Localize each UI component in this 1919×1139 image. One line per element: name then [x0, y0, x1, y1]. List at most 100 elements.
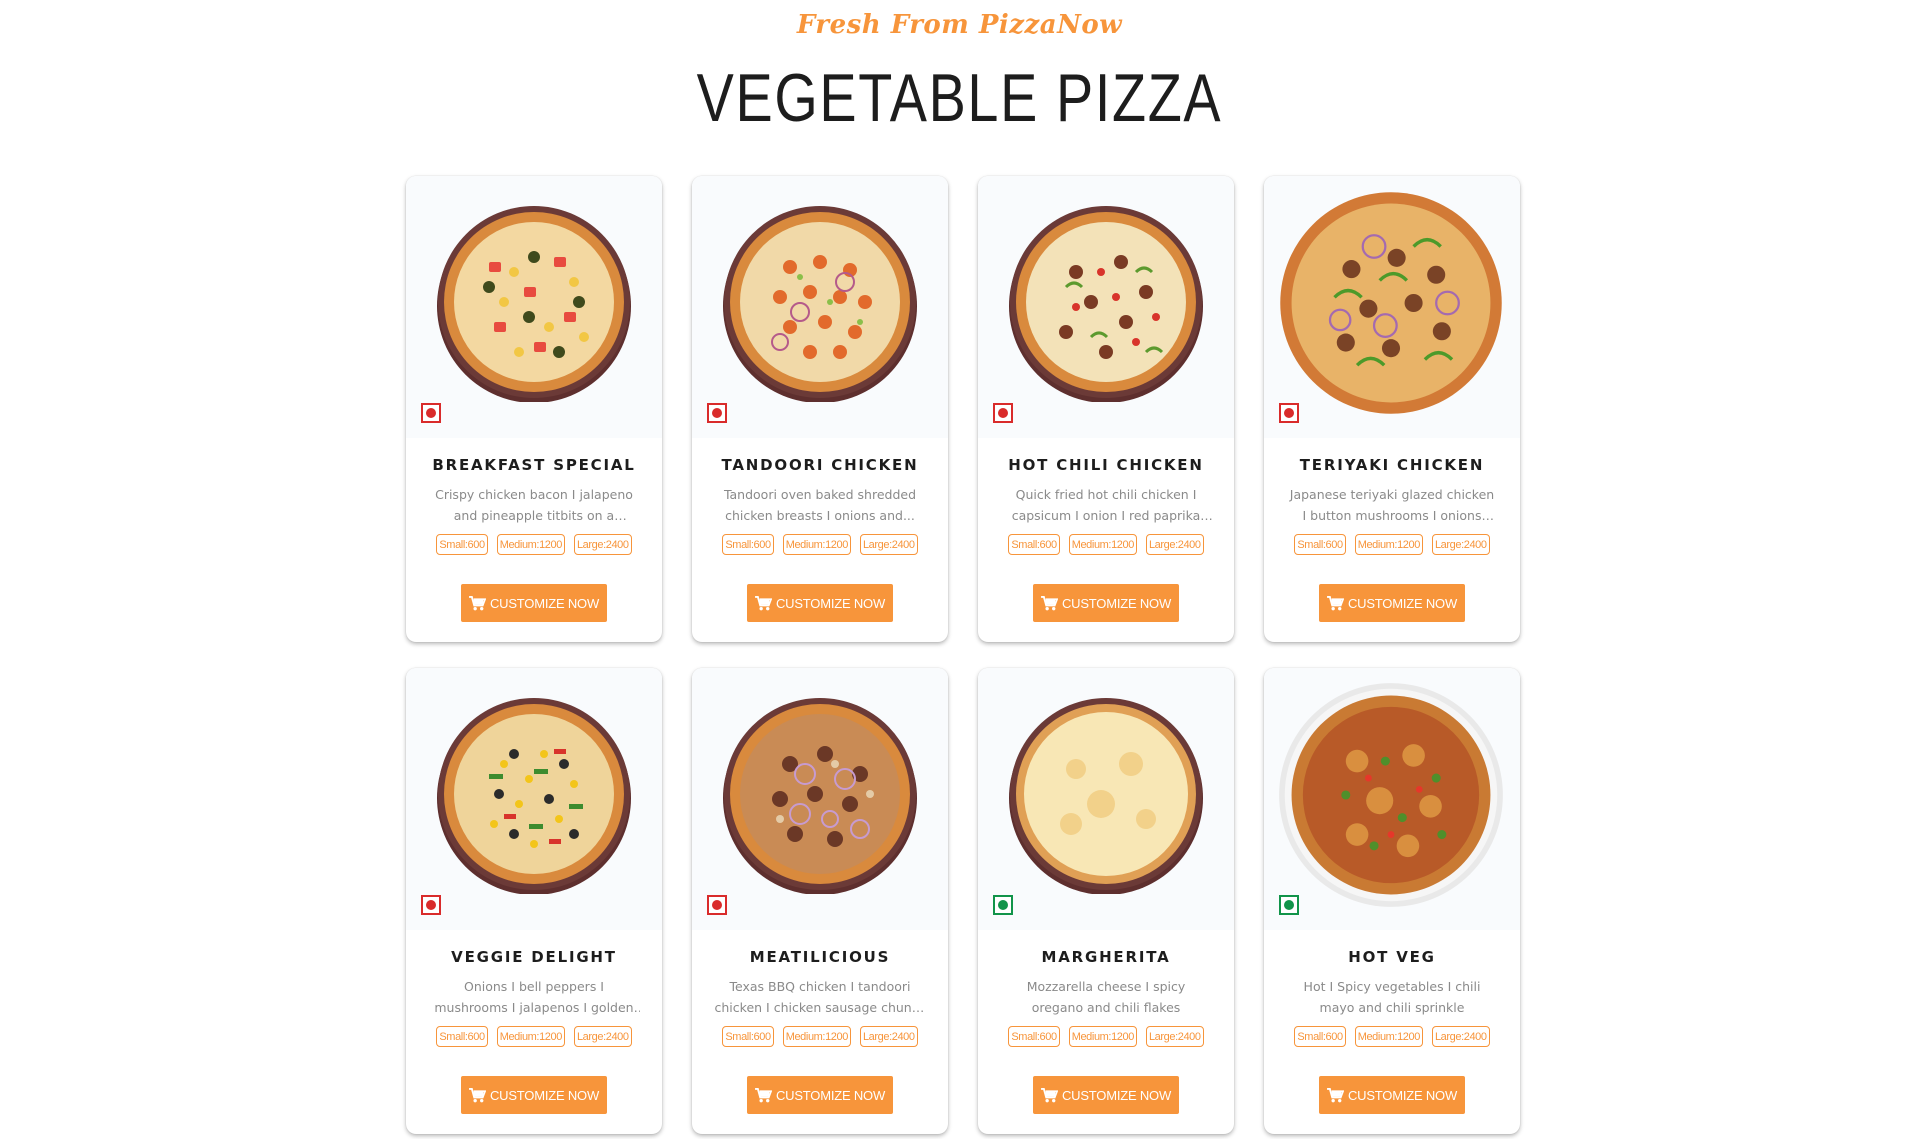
product-description: Onions I bell peppers I mushrooms I jala…: [434, 979, 634, 1015]
size-large-price[interactable]: Large:2400: [1431, 1026, 1490, 1047]
product-description: Japanese teriyaki glazed chicken I butto…: [1289, 487, 1495, 523]
product-image-area: [978, 668, 1234, 930]
pizza-image[interactable]: [1278, 682, 1504, 908]
size-price-list: Small:600 Medium:1200 Large:2400: [1264, 534, 1520, 555]
product-card: HOT VEG Hot I Spicy vegetables I chili m…: [1264, 668, 1520, 1134]
product-grid: BREAKFAST SPECIAL Crispy chicken bacon I…: [406, 176, 1520, 1134]
size-price-list: Small:600 Medium:1200 Large:2400: [978, 534, 1234, 555]
size-small-price[interactable]: Small:600: [1008, 1026, 1060, 1047]
size-large-price[interactable]: Large:2400: [1431, 534, 1490, 555]
product-name: MARGHERITA: [1041, 948, 1171, 966]
size-price-list: Small:600 Medium:1200 Large:2400: [692, 534, 948, 555]
customize-now-label: CUSTOMIZE NOW: [1061, 595, 1172, 611]
pizza-image[interactable]: [720, 202, 920, 402]
size-large-price[interactable]: Large:2400: [573, 534, 632, 555]
pizza-image[interactable]: [434, 694, 634, 894]
customize-now-button[interactable]: CUSTOMIZE NOW: [1033, 1076, 1179, 1114]
size-large-price[interactable]: Large:2400: [859, 1026, 918, 1047]
product-image-area: [978, 176, 1234, 438]
product-name: HOT CHILI CHICKEN: [1008, 456, 1204, 474]
customize-now-label: CUSTOMIZE NOW: [775, 595, 886, 611]
size-large-price[interactable]: Large:2400: [1145, 534, 1204, 555]
nonveg-indicator-icon: [1279, 403, 1299, 423]
size-price-list: Small:600 Medium:1200 Large:2400: [692, 1026, 948, 1047]
size-medium-price[interactable]: Medium:1200: [1068, 1026, 1137, 1047]
size-medium-price[interactable]: Medium:1200: [1068, 534, 1137, 555]
product-name: TANDOORI CHICKEN: [721, 456, 919, 474]
size-price-list: Small:600 Medium:1200 Large:2400: [1264, 1026, 1520, 1047]
cart-icon: [755, 595, 772, 610]
size-small-price[interactable]: Small:600: [1008, 534, 1060, 555]
pizza-image[interactable]: [1006, 202, 1206, 402]
product-name: BREAKFAST SPECIAL: [432, 456, 636, 474]
customize-now-button[interactable]: CUSTOMIZE NOW: [747, 1076, 893, 1114]
product-description: Quick fried hot chili chicken I capsicum…: [1011, 487, 1201, 523]
customize-now-button[interactable]: CUSTOMIZE NOW: [1319, 1076, 1465, 1114]
cart-icon: [1041, 1087, 1058, 1102]
veg-indicator-icon: [1279, 895, 1299, 915]
customize-now-button[interactable]: CUSTOMIZE NOW: [1319, 584, 1465, 622]
size-price-list: Small:600 Medium:1200 Large:2400: [978, 1026, 1234, 1047]
size-small-price[interactable]: Small:600: [436, 1026, 488, 1047]
product-card: TERIYAKI CHICKEN Japanese teriyaki glaze…: [1264, 176, 1520, 642]
size-small-price[interactable]: Small:600: [1294, 534, 1346, 555]
product-card: VEGGIE DELIGHT Onions I bell peppers I m…: [406, 668, 662, 1134]
nonveg-indicator-icon: [707, 895, 727, 915]
product-image-area: [406, 176, 662, 438]
product-image-area: [406, 668, 662, 930]
size-large-price[interactable]: Large:2400: [1145, 1026, 1204, 1047]
customize-now-button[interactable]: CUSTOMIZE NOW: [461, 584, 607, 622]
size-medium-price[interactable]: Medium:1200: [496, 1026, 565, 1047]
pizza-image[interactable]: [1006, 694, 1206, 894]
size-small-price[interactable]: Small:600: [722, 534, 774, 555]
product-description: Tandoori oven baked shredded chicken bre…: [723, 487, 917, 523]
product-card: TANDOORI CHICKEN Tandoori oven baked shr…: [692, 176, 948, 642]
pizza-image[interactable]: [720, 694, 920, 894]
cart-icon: [469, 595, 486, 610]
pizza-image[interactable]: [1278, 190, 1504, 416]
product-card: MEATILICIOUS Texas BBQ chicken I tandoor…: [692, 668, 948, 1134]
cart-icon: [1041, 595, 1058, 610]
product-name: MEATILICIOUS: [749, 948, 891, 966]
size-price-list: Small:600 Medium:1200 Large:2400: [406, 534, 662, 555]
tagline: Fresh From PizzaNow: [796, 10, 1123, 40]
size-medium-price[interactable]: Medium:1200: [496, 534, 565, 555]
customize-now-label: CUSTOMIZE NOW: [1347, 1087, 1458, 1103]
product-card: BREAKFAST SPECIAL Crispy chicken bacon I…: [406, 176, 662, 642]
product-description: Texas BBQ chicken I tandoori chicken I c…: [714, 979, 926, 1015]
size-large-price[interactable]: Large:2400: [573, 1026, 632, 1047]
customize-now-label: CUSTOMIZE NOW: [775, 1087, 886, 1103]
size-price-list: Small:600 Medium:1200 Large:2400: [406, 1026, 662, 1047]
product-name: TERIYAKI CHICKEN: [1299, 456, 1485, 474]
customize-now-button[interactable]: CUSTOMIZE NOW: [1033, 584, 1179, 622]
size-medium-price[interactable]: Medium:1200: [1354, 1026, 1423, 1047]
product-image-area: [692, 176, 948, 438]
product-name: HOT VEG: [1348, 948, 1436, 966]
customize-now-label: CUSTOMIZE NOW: [489, 1087, 600, 1103]
size-medium-price[interactable]: Medium:1200: [1354, 534, 1423, 555]
size-small-price[interactable]: Small:600: [1294, 1026, 1346, 1047]
nonveg-indicator-icon: [993, 403, 1013, 423]
product-image-area: [1264, 668, 1520, 930]
size-medium-price[interactable]: Medium:1200: [782, 1026, 851, 1047]
veg-indicator-icon: [993, 895, 1013, 915]
product-card: HOT CHILI CHICKEN Quick fried hot chili …: [978, 176, 1234, 642]
size-large-price[interactable]: Large:2400: [859, 534, 918, 555]
size-small-price[interactable]: Small:600: [436, 534, 488, 555]
customize-now-label: CUSTOMIZE NOW: [1347, 595, 1458, 611]
customize-now-label: CUSTOMIZE NOW: [1061, 1087, 1172, 1103]
product-description: Mozzarella cheese I spicy oregano and ch…: [1026, 979, 1186, 1015]
customize-now-button[interactable]: CUSTOMIZE NOW: [461, 1076, 607, 1114]
size-small-price[interactable]: Small:600: [722, 1026, 774, 1047]
nonveg-indicator-icon: [707, 403, 727, 423]
customize-now-label: CUSTOMIZE NOW: [489, 595, 600, 611]
nonveg-indicator-icon: [421, 403, 441, 423]
product-card: MARGHERITA Mozzarella cheese I spicy ore…: [978, 668, 1234, 1134]
size-medium-price[interactable]: Medium:1200: [782, 534, 851, 555]
product-description: Crispy chicken bacon I jalapeno and pine…: [435, 487, 633, 523]
customize-now-button[interactable]: CUSTOMIZE NOW: [747, 584, 893, 622]
page-title: VEGETABLE PIZZA: [696, 60, 1223, 136]
cart-icon: [1327, 1087, 1344, 1102]
product-description: Hot I Spicy vegetables I chili mayo and …: [1303, 979, 1481, 1015]
pizza-image[interactable]: [434, 202, 634, 402]
